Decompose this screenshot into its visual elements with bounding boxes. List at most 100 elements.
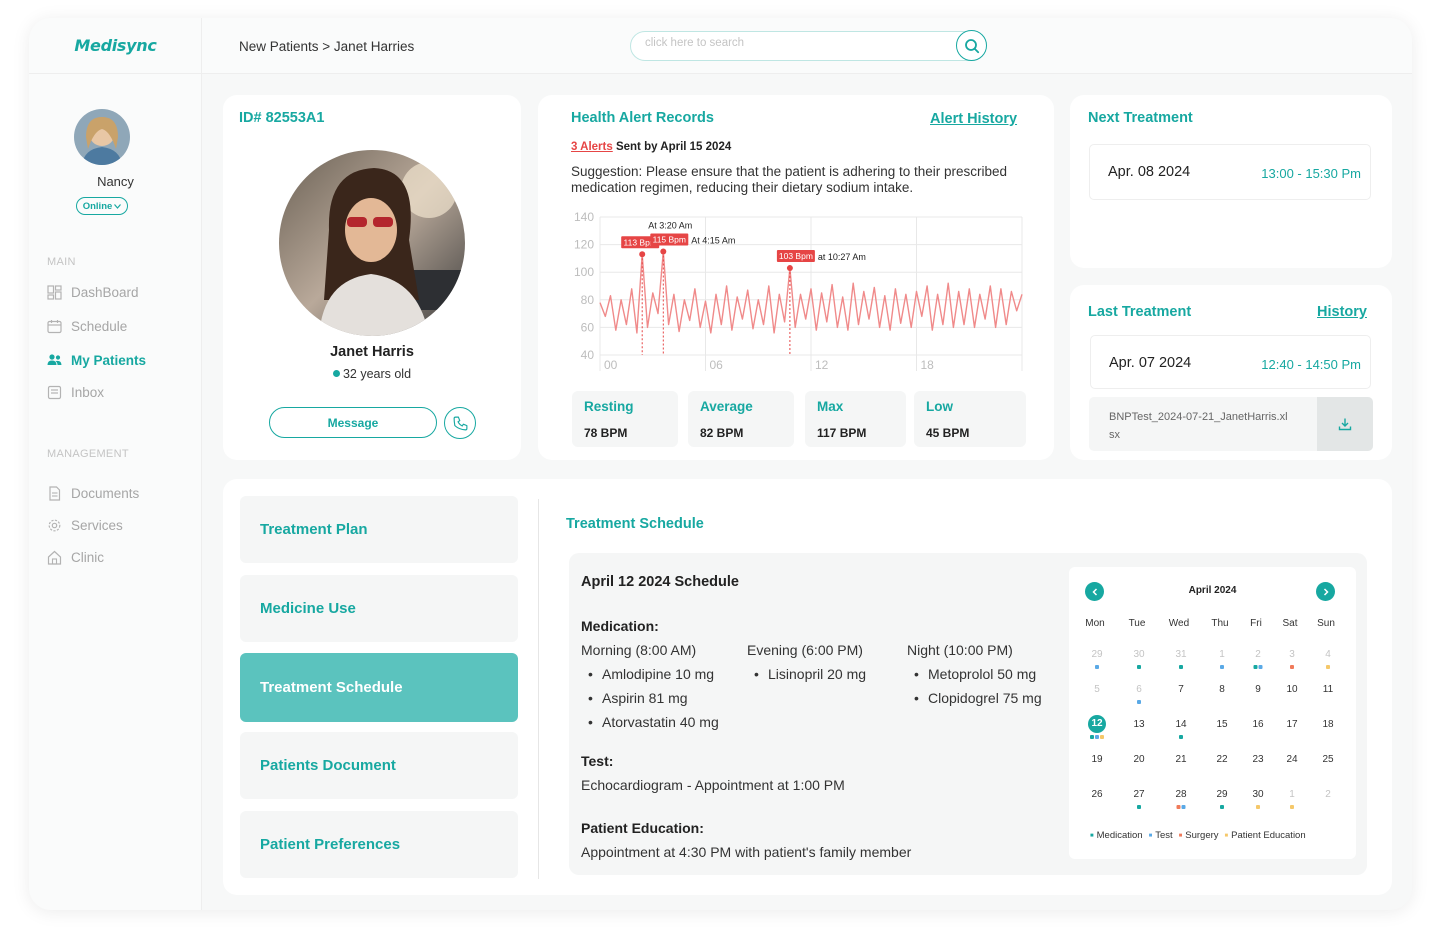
calendar-day[interactable]: 3 (1280, 649, 1304, 660)
calendar-day[interactable]: 10 (1280, 684, 1304, 695)
medication-item: Amlodipine 10 mg (588, 666, 714, 682)
calendar-day[interactable]: 21 (1169, 754, 1193, 765)
patients-icon (47, 354, 62, 365)
treatment-panel: Treatment Plan Medicine Use Treatment Sc… (223, 479, 1392, 895)
app-logo[interactable]: Medisync (74, 36, 156, 55)
calendar-day[interactable]: 30 (1127, 649, 1151, 660)
patient-photo (279, 150, 465, 336)
calendar-day[interactable]: 2 (1246, 649, 1270, 660)
document-icon (49, 486, 61, 501)
patient-age-text: 32 years old (342, 367, 412, 381)
calendar-day[interactable]: 29 (1085, 649, 1109, 660)
calendar-day[interactable]: 5 (1085, 684, 1109, 695)
alert-count-link[interactable]: 3 Alerts (571, 141, 613, 153)
calendar-day[interactable]: 7 (1169, 684, 1193, 695)
legend-item: Medication (1090, 830, 1143, 841)
event-marker (1090, 735, 1094, 739)
calendar-day[interactable]: 24 (1280, 754, 1304, 765)
stat-value: 78 BPM (584, 426, 628, 440)
event-markers (1326, 665, 1330, 669)
event-marker (1290, 805, 1294, 809)
sidebar-item-services[interactable]: Services (47, 518, 123, 533)
search-input[interactable] (645, 37, 945, 49)
calendar-day[interactable]: 27 (1127, 789, 1151, 800)
event-marker (1179, 735, 1183, 739)
calendar-day[interactable]: 26 (1085, 789, 1109, 800)
sidebar: Medisync Nancy Online MAIN DashBoard Sch… (29, 18, 202, 910)
night-header: Night (10:00 PM) (907, 642, 1013, 658)
calendar-day[interactable]: 9 (1246, 684, 1270, 695)
status-label: Online (82, 200, 113, 212)
download-button[interactable] (1317, 397, 1373, 451)
medication-item: Clopidogrel 75 mg (914, 690, 1042, 706)
calendar-day[interactable]: 6 (1127, 684, 1151, 695)
event-marker (1326, 665, 1330, 669)
calendar-day[interactable]: 22 (1210, 754, 1234, 765)
calendar-day[interactable]: 15 (1210, 719, 1234, 730)
calendar-day[interactable]: 16 (1246, 719, 1270, 730)
tab-patients-document[interactable]: Patients Document (240, 732, 518, 799)
attachment-filename[interactable]: BNPTest_2024-07-21_JanetHarris.xlsx (1109, 408, 1289, 444)
tab-treatment-schedule[interactable]: Treatment Schedule (240, 653, 518, 722)
calendar-day[interactable]: 20 (1127, 754, 1151, 765)
sidebar-item-my-patients[interactable]: My Patients (47, 353, 146, 368)
calendar-day[interactable]: 2 (1316, 789, 1340, 800)
sidebar-item-label: Clinic (71, 550, 105, 565)
user-name: Nancy (97, 174, 134, 189)
alert-badge-label: 103 Bpm (779, 251, 813, 261)
event-markers (1253, 665, 1263, 669)
calendar-day[interactable]: 13 (1127, 719, 1151, 730)
message-button[interactable]: Message (269, 407, 437, 438)
tab-patient-preferences[interactable]: Patient Preferences (240, 811, 518, 878)
y-tick-label: 60 (581, 320, 595, 334)
calendar-day[interactable]: 23 (1246, 754, 1270, 765)
calendar-day[interactable]: 17 (1280, 719, 1304, 730)
event-marker (1100, 735, 1104, 739)
search-button[interactable] (956, 30, 987, 61)
last-treatment-slot[interactable]: Apr. 07 2024 12:40 - 14:50 Pm (1090, 335, 1371, 389)
calendar-day[interactable]: 29 (1210, 789, 1234, 800)
breadcrumb[interactable]: New Patients > Janet Harries (239, 39, 414, 54)
calendar-day[interactable]: 14 (1169, 719, 1193, 730)
calendar-day[interactable]: 8 (1210, 684, 1234, 695)
calendar-day[interactable]: 4 (1316, 649, 1340, 660)
alert-time-label: At 4:15 Am (691, 236, 735, 246)
sidebar-item-schedule[interactable]: Schedule (47, 319, 127, 334)
calendar-day[interactable]: 18 (1316, 719, 1340, 730)
status-dropdown[interactable]: Online (76, 197, 128, 215)
event-marker (1253, 665, 1258, 669)
tab-treatment-plan[interactable]: Treatment Plan (240, 496, 518, 563)
tab-medicine-use[interactable]: Medicine Use (240, 575, 518, 642)
weekday-label: Thu (1211, 618, 1229, 629)
sidebar-item-inbox[interactable]: Inbox (47, 385, 104, 400)
calendar-next-button[interactable] (1316, 582, 1335, 601)
call-button[interactable] (444, 407, 476, 439)
sidebar-item-label: Services (71, 518, 123, 533)
panel-divider (538, 499, 539, 879)
y-tick-label: 40 (581, 348, 595, 362)
calendar-day[interactable]: 30 (1246, 789, 1270, 800)
app-window: Medisync Nancy Online MAIN DashBoard Sch… (29, 18, 1412, 910)
calendar-day[interactable]: 1 (1280, 789, 1304, 800)
calendar-day[interactable]: 11 (1316, 684, 1340, 695)
calendar-day[interactable]: 28 (1169, 789, 1193, 800)
education-text: Appointment at 4:30 PM with patient's fa… (581, 844, 912, 860)
sidebar-item-documents[interactable]: Documents (47, 486, 139, 501)
calendar-icon (47, 320, 62, 334)
medication-item: Aspirin 81 mg (588, 690, 688, 706)
calendar-day[interactable]: 31 (1169, 649, 1193, 660)
alert-history-link[interactable]: Alert History (930, 111, 1017, 127)
history-link[interactable]: History (1317, 304, 1367, 320)
health-alert-title: Health Alert Records (571, 110, 714, 126)
next-treatment-slot[interactable]: Apr. 08 2024 13:00 - 15:30 Pm (1089, 144, 1371, 200)
event-markers (1256, 805, 1260, 809)
calendar-day[interactable]: 19 (1085, 754, 1109, 765)
alert-summary: 3 Alerts Sent by April 15 2024 (571, 141, 731, 153)
user-avatar[interactable] (74, 109, 130, 165)
sidebar-item-clinic[interactable]: Clinic (47, 550, 104, 565)
calendar-day[interactable]: 1 (1210, 649, 1234, 660)
alert-badge-label: 115 Bpm (653, 235, 686, 245)
calendar-day[interactable]: 25 (1316, 754, 1340, 765)
calendar-day-selected[interactable]: 12 (1088, 715, 1106, 733)
sidebar-item-dashboard[interactable]: DashBoard (47, 285, 139, 300)
